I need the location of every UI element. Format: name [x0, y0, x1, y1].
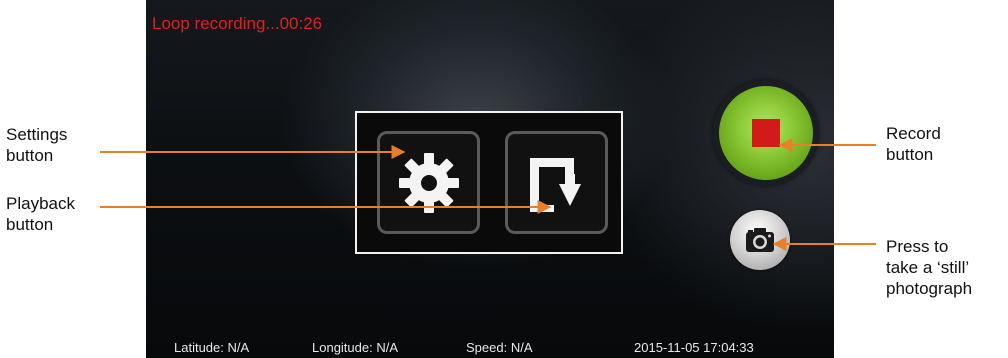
callout-arrows: [100, 138, 876, 251]
